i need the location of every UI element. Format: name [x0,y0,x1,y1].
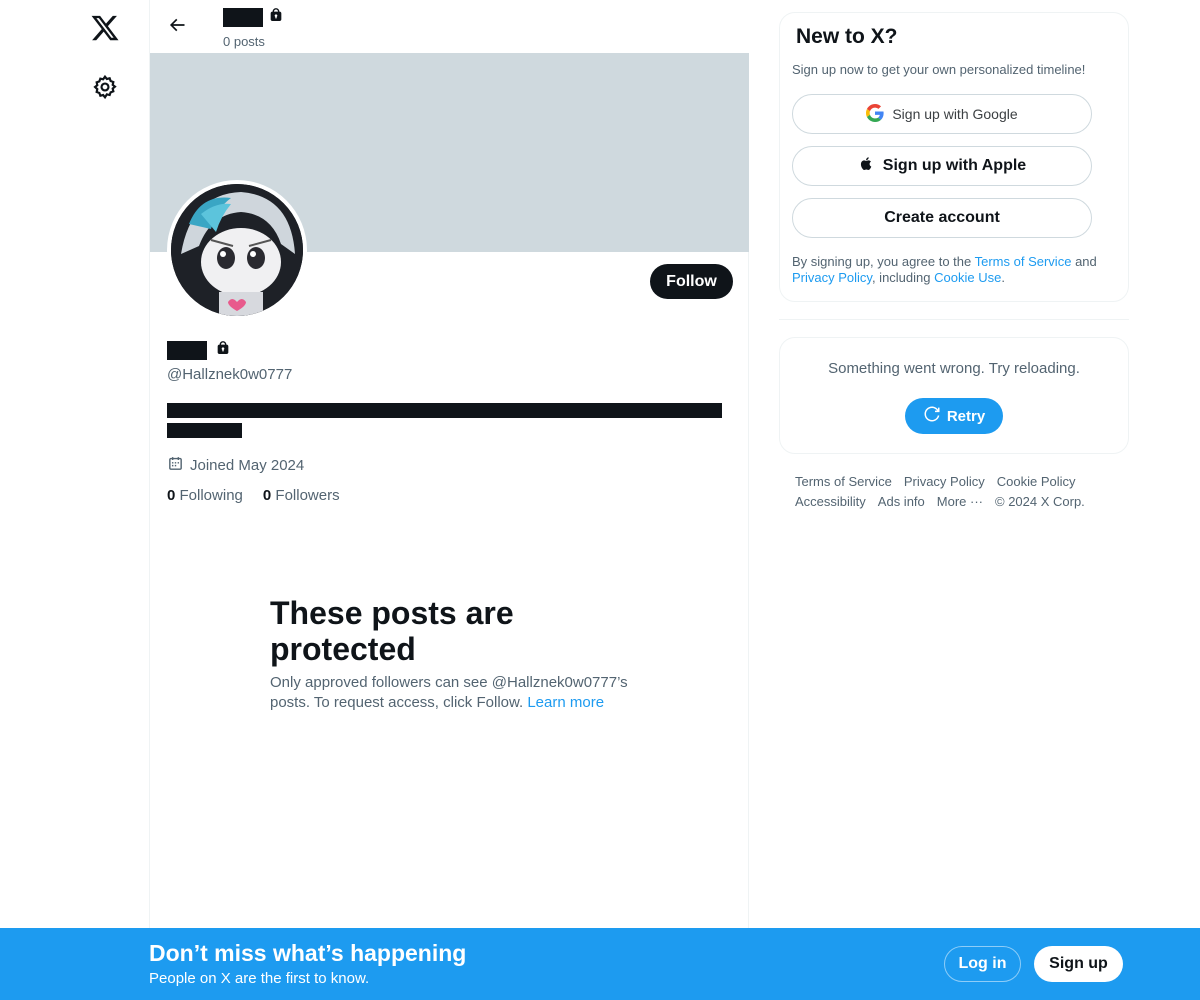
divider [779,319,1129,320]
create-account-button[interactable]: Create account [792,198,1092,238]
arrow-left-icon [167,15,187,40]
google-signup-button[interactable]: Sign up with Google [792,94,1092,134]
error-panel: Something went wrong. Try reloading. Ret… [779,337,1129,454]
banner-subtitle: People on X are the first to know. [149,970,370,987]
signup-subtitle: Sign up now to get your own personalized… [792,62,1086,77]
footer-link-terms[interactable]: Terms of Service [795,472,892,492]
refresh-icon [923,405,941,427]
back-button[interactable] [164,14,190,40]
signup-title: New to X? [796,25,898,48]
following-link[interactable]: 0 Following [167,487,243,504]
redacted-name [223,8,263,27]
create-account-label: Create account [884,209,1000,226]
profile-header: 0 posts [150,0,749,53]
user-handle: @Hallznek0w0777 [167,366,293,383]
redacted-bio [167,423,242,438]
followers-link[interactable]: 0 Followers [263,487,340,504]
protected-body: Only approved followers can see @Hallzne… [270,673,630,713]
footer-link-ads-info[interactable]: Ads info [878,492,925,512]
redacted-name [167,341,207,360]
follow-button[interactable]: Follow [650,264,733,299]
header-display-name [223,7,284,28]
terms-and: and [1075,254,1097,269]
signup-terms: By signing up, you agree to the Terms of… [792,254,1122,286]
followers-label: Followers [275,487,340,504]
banner-title: Don’t miss what’s happening [149,940,467,966]
footer-link-cookie[interactable]: Cookie Policy [997,472,1076,492]
terms-prefix: By signing up, you agree to the [792,254,972,269]
retry-label: Retry [946,407,986,425]
signup-panel: New to X? Sign up now to get your own pe… [779,12,1129,302]
cookie-use-link[interactable]: Cookie Use [934,270,1001,285]
profile-column: 0 posts Follow @Hallznek0w0777 Joined Ma… [149,0,749,1000]
following-count: 0 [167,487,176,504]
calendar-icon [167,455,184,476]
joined-date: Joined May 2024 [167,455,304,476]
posts-count: 0 posts [223,34,265,49]
lock-icon [268,7,284,28]
apple-icon [858,155,875,177]
avatar-image [171,184,303,316]
terms-including: , including [871,270,931,285]
protected-notice: These posts are protected Only approved … [270,595,630,713]
joined-text: Joined May 2024 [190,457,305,474]
google-signup-label: Sign up with Google [892,106,1018,122]
signup-button[interactable]: Sign up [1034,946,1123,982]
footer-link-privacy[interactable]: Privacy Policy [904,472,985,492]
follow-stats: 0 Following 0 Followers [167,487,340,504]
error-message: Something went wrong. Try reloading. [828,360,1080,377]
following-label: Following [179,487,243,504]
avatar[interactable] [167,180,307,320]
display-name [167,340,231,361]
apple-signup-label: Sign up with Apple [882,157,1027,174]
gear-icon[interactable] [92,74,118,100]
x-logo-icon[interactable] [90,13,120,43]
left-nav [0,0,150,1000]
retry-button[interactable]: Retry [905,398,1003,434]
apple-signup-button[interactable]: Sign up with Apple [792,146,1092,186]
protected-title: These posts are protected [270,595,514,667]
privacy-link[interactable]: Privacy Policy [792,270,872,285]
learn-more-link[interactable]: Learn more [527,694,604,711]
login-button[interactable]: Log in [944,946,1021,982]
redacted-bio [167,403,722,418]
footer-links: Terms of Service Privacy Policy Cookie Pol… [795,472,1115,512]
copyright: © 2024 X Corp. [995,494,1085,509]
signup-banner: Don’t miss what’s happening People on X … [0,928,1200,1000]
lock-icon [215,340,231,361]
footer-link-more[interactable]: More ··· [937,492,983,512]
terms-link[interactable]: Terms of Service [975,254,1072,269]
footer-link-accessibility[interactable]: Accessibility [795,492,866,512]
terms-period: . [1001,270,1005,285]
followers-count: 0 [262,487,272,504]
google-icon [866,103,884,125]
